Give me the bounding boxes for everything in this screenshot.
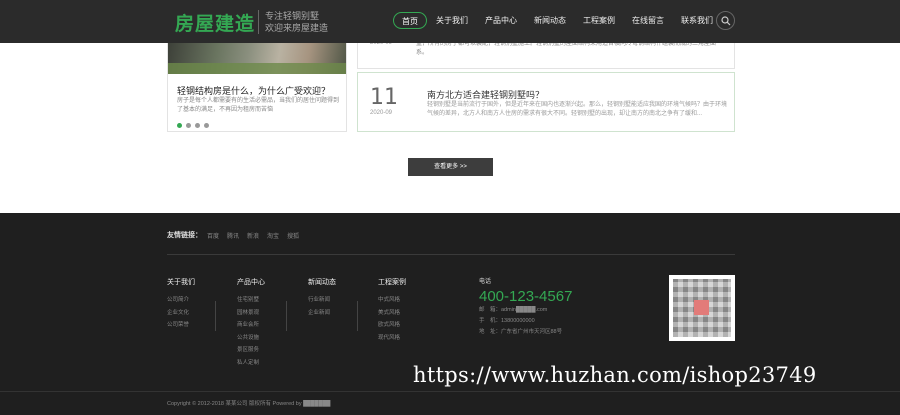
news-day: 11 [370, 85, 398, 110]
news-title[interactable]: 南方北方适合建轻钢别墅吗？ [427, 88, 544, 101]
logo-tagline: 专注轻钢别墅 欢迎来房屋建造 [258, 10, 328, 34]
column-separator [286, 301, 287, 331]
friend-link[interactable]: 百度 [207, 231, 219, 240]
footer-link[interactable]: 行业新闻 [308, 294, 336, 307]
footer-link[interactable]: 现代风格 [378, 332, 406, 345]
qr-code-mosaic [673, 279, 731, 337]
nav-item-home[interactable]: 首页 [393, 12, 427, 29]
footer-link[interactable]: 中式风格 [378, 294, 406, 307]
search-button[interactable] [716, 11, 735, 30]
news-summary: 轻钢别墅是当前流行于国外，但是近年来在国内也逐渐兴起。那么，轻钢别墅能适应我国的… [427, 102, 728, 117]
friend-link[interactable]: 淘宝 [267, 231, 279, 240]
news-date: 2020-09 [370, 110, 393, 116]
footer-link[interactable]: 企业新闻 [308, 307, 336, 320]
footer-link[interactable]: 企业文化 [167, 307, 195, 320]
friend-links: 友情链接： 百度 腾讯 新浪 淘宝 搜狐 [167, 230, 307, 240]
news-list-item[interactable]: 11 2020-09 南方北方适合建轻钢别墅吗？ 轻钢别墅是当前流行于国外，但是… [357, 72, 735, 132]
footer-col-title[interactable]: 关于我们 [167, 277, 195, 287]
footer-col-products: 产品中心 住宅别墅 园林景观 商业会所 公共设施 景区服务 私人定制 [237, 277, 265, 369]
column-separator [215, 301, 216, 331]
nav-item-news[interactable]: 新闻动态 [526, 12, 574, 29]
feature-news-card[interactable]: 轻钢结构房是什么，为什么广受欢迎？ 房子是每个人都需要有的生活必需品，当我们的居… [167, 36, 347, 132]
footer-link[interactable]: 住宅别墅 [237, 294, 265, 307]
footer-link[interactable]: 公司荣誉 [167, 319, 195, 332]
nav-item-contact[interactable]: 联系我们 [673, 12, 721, 29]
footer-link[interactable]: 欧式风格 [378, 319, 406, 332]
search-icon [721, 16, 731, 26]
nav-item-products[interactable]: 产品中心 [477, 12, 525, 29]
site-header: 房屋建造 专注轻钢别墅 欢迎来房屋建造 首页 关于我们 产品中心 新闻动态 工程… [0, 0, 900, 43]
tagline-line-2: 欢迎来房屋建造 [265, 23, 329, 33]
carousel-dot[interactable] [204, 123, 209, 128]
contact-address: 地 址：广东省广州市天河区88号 [479, 329, 563, 335]
friend-link[interactable]: 新浪 [247, 231, 259, 240]
friend-link[interactable]: 腾讯 [227, 231, 239, 240]
copyright-divider [0, 391, 900, 392]
nav-item-message[interactable]: 在线留言 [624, 12, 672, 29]
carousel-dot[interactable] [177, 123, 182, 128]
watermark-url: https://www.huzhan.com/ishop23749 [413, 363, 817, 387]
footer-link[interactable]: 私人定制 [237, 357, 265, 370]
footer-divider [167, 254, 735, 255]
footer-col-news: 新闻动态 行业新闻 企业新闻 [308, 277, 336, 319]
tagline-line-1: 专注轻钢别墅 [265, 11, 320, 21]
footer-link[interactable]: 公司简介 [167, 294, 195, 307]
nav-item-cases[interactable]: 工程案例 [575, 12, 623, 29]
carousel-dot[interactable] [186, 123, 191, 128]
contact-info: 电话 400-123-4567 邮 箱：admin█████.com 手 机：1… [479, 276, 572, 338]
column-separator [357, 301, 358, 331]
footer-col-title[interactable]: 工程案例 [378, 277, 406, 287]
contact-phone: 400-123-4567 [479, 288, 573, 305]
footer-link[interactable]: 美式风格 [378, 307, 406, 320]
friend-links-label: 友情链接： [167, 232, 202, 239]
nav-item-about[interactable]: 关于我们 [428, 12, 476, 29]
qr-code [669, 275, 735, 341]
footer-col-cases: 工程案例 中式风格 美式风格 欧式风格 现代风格 [378, 277, 406, 344]
carousel-dot[interactable] [195, 123, 200, 128]
copyright-text: Copyright © 2012-2018 某某公司 版权所有 Powered … [167, 401, 331, 407]
view-more-button[interactable]: 查看更多 >> [408, 158, 493, 176]
main-nav: 首页 关于我们 产品中心 新闻动态 工程案例 在线留言 联系我们 [393, 12, 722, 29]
footer-col-about: 关于我们 公司简介 企业文化 公司荣誉 [167, 277, 195, 332]
footer-link[interactable]: 商业会所 [237, 319, 265, 332]
footer-link[interactable]: 园林景观 [237, 307, 265, 320]
footer-link[interactable]: 景区服务 [237, 344, 265, 357]
contact-mobile: 手 机：13800000000 [479, 318, 535, 324]
contact-email: 邮 箱：admin█████.com [479, 307, 548, 313]
feature-news-title[interactable]: 轻钢结构房是什么，为什么广受欢迎？ [177, 84, 330, 97]
site-logo[interactable]: 房屋建造 [175, 9, 255, 36]
footer-col-title[interactable]: 新闻动态 [308, 277, 336, 287]
contact-heading: 电话 [479, 279, 492, 285]
photo-lawn [168, 63, 346, 74]
feature-news-summary: 房子是每个人都需要有的生活必需品，当我们的居住问题得到了基本的满足，不再因为租房… [177, 98, 340, 113]
carousel-dots [177, 123, 213, 128]
friend-link[interactable]: 搜狐 [287, 231, 299, 240]
footer-col-title[interactable]: 产品中心 [237, 277, 265, 287]
footer-link[interactable]: 公共设施 [237, 332, 265, 345]
